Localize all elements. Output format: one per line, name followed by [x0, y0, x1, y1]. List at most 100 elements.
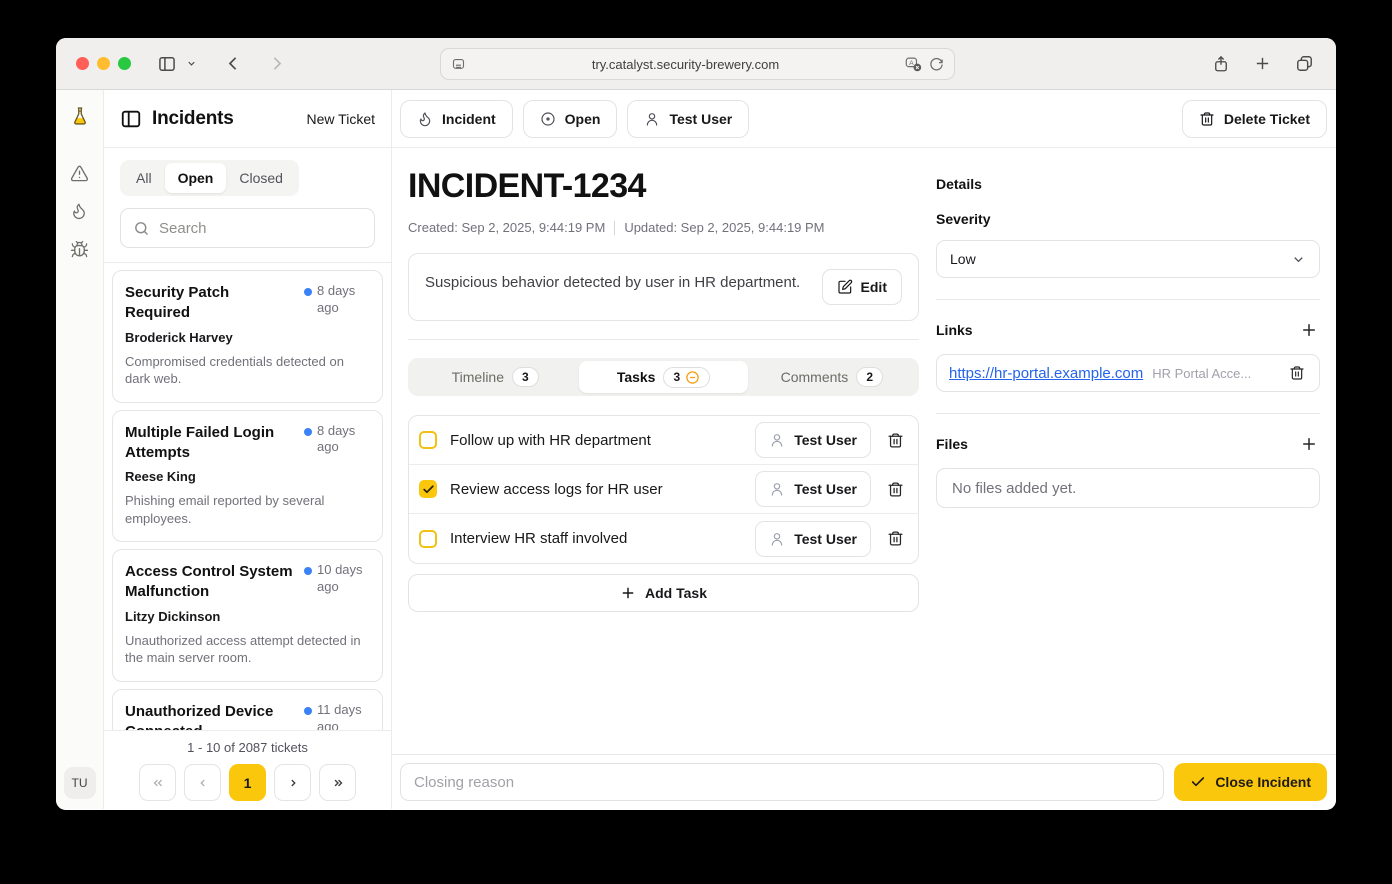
user-avatar[interactable]: TU: [64, 767, 96, 799]
filter-all[interactable]: All: [123, 163, 165, 193]
user-icon: [769, 432, 785, 448]
ticket-type-button[interactable]: Incident: [400, 100, 513, 138]
ticket-title: Security Patch Required: [125, 283, 298, 324]
bug-icon[interactable]: [70, 240, 90, 260]
filter-closed[interactable]: Closed: [226, 163, 296, 193]
ticket-status-button[interactable]: Open: [523, 100, 618, 138]
check-icon: [1190, 774, 1206, 790]
section-divider: [408, 339, 919, 340]
incidents-flame-icon[interactable]: [70, 202, 90, 222]
next-page-button[interactable]: [274, 764, 311, 801]
add-task-button[interactable]: Add Task: [408, 574, 919, 612]
severity-value: Low: [950, 251, 1291, 267]
pagination-summary: 1 - 10 of 2087 tickets: [104, 740, 391, 755]
task-checkbox-0[interactable]: [419, 431, 437, 449]
toolbar-sidebar-toggle-icon[interactable]: [157, 54, 177, 74]
task-assignee-button[interactable]: Test User: [755, 422, 871, 458]
user-icon: [769, 531, 785, 547]
close-window-button[interactable]: [76, 57, 89, 70]
new-tab-icon[interactable]: [1254, 55, 1271, 72]
brewery-flask-icon[interactable]: [70, 106, 90, 126]
delete-task-button[interactable]: [885, 430, 906, 451]
trash-icon: [1199, 111, 1215, 127]
tab-comments[interactable]: Comments 2: [748, 361, 916, 393]
tab-timeline[interactable]: Timeline 3: [411, 361, 579, 393]
tickets-sidebar: Incidents New Ticket All Open Closed Sec…: [104, 90, 392, 809]
flame-icon: [417, 111, 433, 127]
ticket-search[interactable]: [120, 208, 375, 248]
incident-title: INCIDENT-1234: [408, 167, 919, 206]
address-bar[interactable]: try.catalyst.security-brewery.com A: [440, 48, 955, 80]
task-assignee-button[interactable]: Test User: [755, 521, 871, 557]
pagination: 1 - 10 of 2087 tickets 1: [104, 730, 391, 809]
task-row: Review access logs for HR user Test User: [409, 465, 918, 514]
ticket-card[interactable]: Multiple Failed Login Attempts 8 days ag…: [112, 410, 383, 543]
search-input[interactable]: [159, 220, 362, 237]
filter-open[interactable]: Open: [165, 163, 227, 193]
delete-task-button[interactable]: [885, 479, 906, 500]
task-checkbox-2[interactable]: [419, 530, 437, 548]
browser-window: try.catalyst.security-brewery.com A: [56, 38, 1336, 810]
ticket-card[interactable]: Access Control System Malfunction 10 day…: [112, 549, 383, 682]
last-page-button[interactable]: [319, 764, 356, 801]
delete-ticket-button[interactable]: Delete Ticket: [1182, 100, 1327, 138]
files-heading: Files: [936, 436, 1298, 452]
browser-toolbar: try.catalyst.security-brewery.com A: [56, 38, 1336, 90]
link-url[interactable]: https://hr-portal.example.com: [949, 365, 1143, 382]
task-assignee-button[interactable]: Test User: [755, 471, 871, 507]
new-ticket-button[interactable]: New Ticket: [307, 111, 375, 127]
closing-reason-input[interactable]: [400, 763, 1164, 801]
user-icon: [644, 111, 660, 127]
zoom-window-button[interactable]: [118, 57, 131, 70]
panel-left-icon[interactable]: [120, 108, 142, 130]
task-label: Interview HR staff involved: [450, 530, 755, 547]
alerts-triangle-icon[interactable]: [70, 164, 90, 184]
search-icon: [133, 220, 150, 237]
forward-button-icon[interactable]: [268, 55, 285, 72]
share-icon[interactable]: [1212, 54, 1230, 74]
reader-view-icon[interactable]: [451, 57, 466, 72]
ticket-owner-button[interactable]: Test User: [627, 100, 749, 138]
app-rail: TU: [56, 90, 104, 809]
task-checkbox-1[interactable]: [419, 480, 437, 498]
window-controls: [76, 57, 131, 70]
ticket-time: 10 days ago: [317, 562, 370, 603]
translate-icon[interactable]: A: [905, 56, 922, 73]
chevron-down-icon: [1291, 252, 1306, 267]
delete-link-button[interactable]: [1287, 363, 1307, 383]
current-page-button[interactable]: 1: [229, 764, 266, 801]
close-incident-bar: Close Incident: [392, 754, 1336, 809]
ticket-title: Access Control System Malfunction: [125, 562, 298, 603]
reload-icon[interactable]: [929, 57, 944, 72]
add-file-button[interactable]: [1298, 433, 1320, 455]
ticket-card[interactable]: Security Patch Required 8 days ago Brode…: [112, 270, 383, 403]
add-link-button[interactable]: [1298, 319, 1320, 341]
tab-tasks[interactable]: Tasks 3: [579, 361, 747, 393]
url-text[interactable]: try.catalyst.security-brewery.com: [466, 57, 905, 72]
prev-page-button[interactable]: [184, 764, 221, 801]
ticket-desc: Unauthorized access attempt detected in …: [125, 632, 370, 667]
ticket-owner: Litzy Dickinson: [125, 609, 370, 624]
close-incident-button[interactable]: Close Incident: [1174, 763, 1327, 801]
minimize-window-button[interactable]: [97, 57, 110, 70]
details-heading: Details: [936, 176, 1320, 192]
edit-description-button[interactable]: Edit: [822, 269, 902, 305]
delete-task-button[interactable]: [885, 528, 906, 549]
comments-count-badge: 2: [856, 367, 883, 387]
ticket-owner: Reese King: [125, 469, 370, 484]
first-page-button[interactable]: [139, 764, 176, 801]
severity-select[interactable]: Low: [936, 240, 1320, 278]
links-heading: Links: [936, 322, 1298, 338]
ticket-desc: Phishing email reported by several emplo…: [125, 492, 370, 527]
sidebar-title: Incidents: [152, 108, 297, 130]
unread-dot: [304, 288, 312, 296]
ticket-list: Security Patch Required 8 days ago Brode…: [104, 262, 391, 730]
circle-dot-icon: [540, 111, 556, 127]
ticket-detail: Incident Open Test User: [392, 90, 1336, 809]
back-button-icon[interactable]: [225, 55, 242, 72]
tab-overview-icon[interactable]: [1295, 54, 1314, 73]
ticket-card[interactable]: Unauthorized Device Connected 11 days ag…: [112, 689, 383, 730]
ticket-owner: Broderick Harvey: [125, 330, 370, 345]
sidebar-chevron-down-icon[interactable]: [186, 58, 197, 69]
created-timestamp: Created: Sep 2, 2025, 9:44:19 PM: [408, 220, 605, 235]
